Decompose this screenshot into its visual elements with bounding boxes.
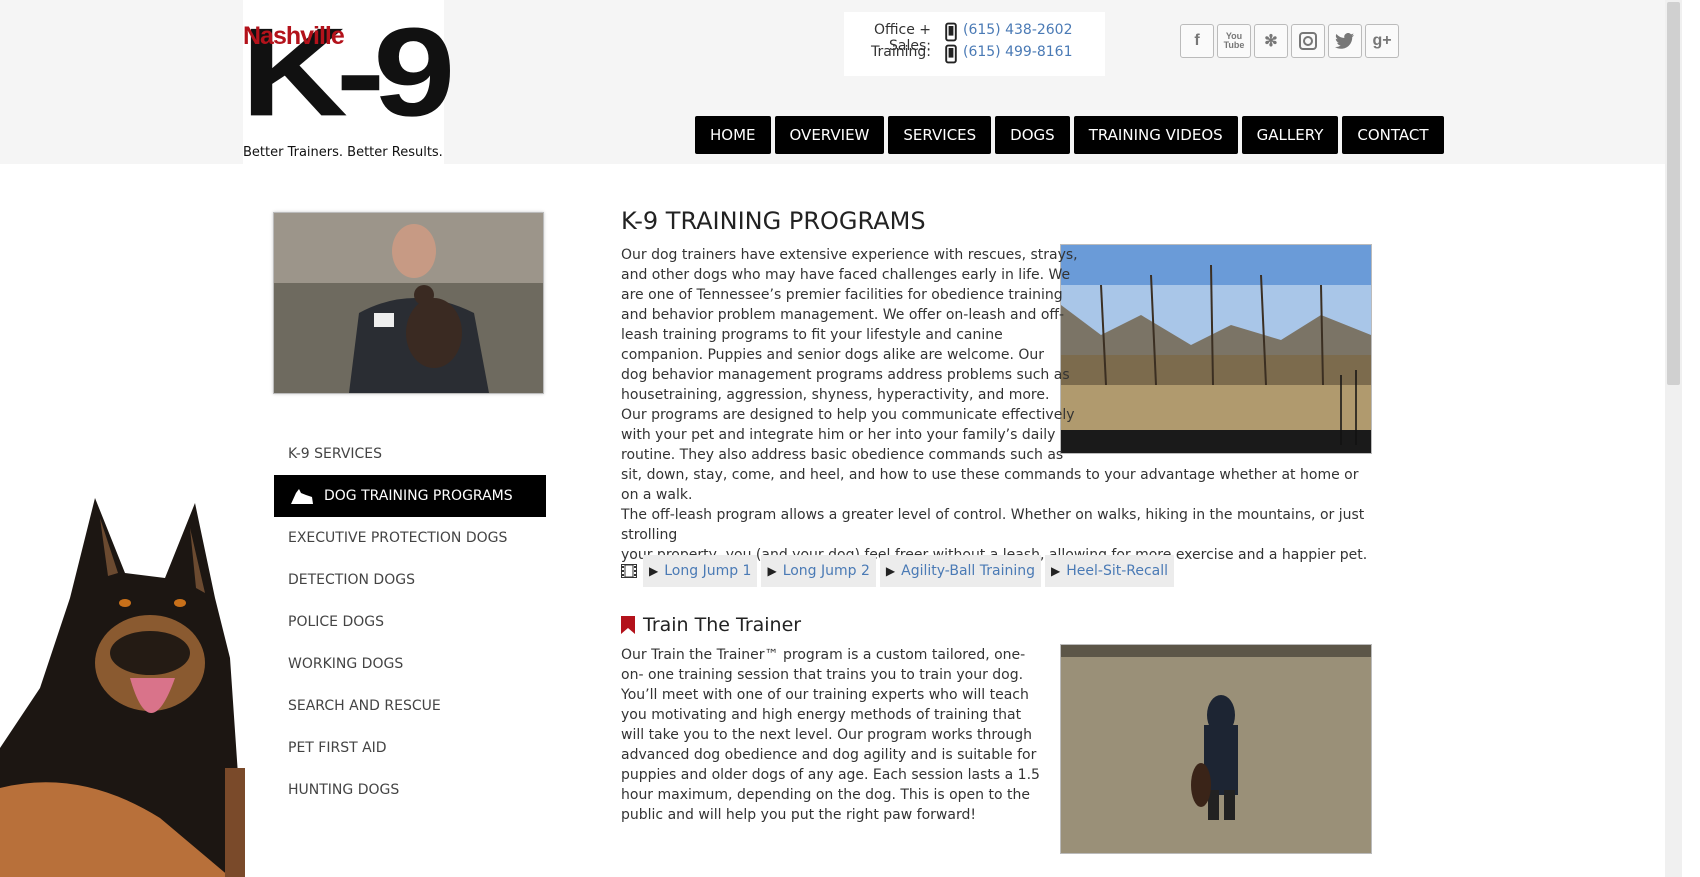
training-label: Training:	[871, 44, 931, 60]
intro-line: companion. Puppies and senior dogs alike…	[621, 347, 1045, 363]
instagram-icon[interactable]	[1291, 24, 1325, 58]
intro-line: and behavior problem management. We offe…	[621, 307, 1065, 323]
german-shepherd-image	[0, 488, 245, 877]
sidebar-item-search-and-rescue[interactable]: SEARCH AND RESCUE	[274, 685, 546, 727]
play-icon: ▶	[885, 564, 896, 578]
intro-line: Our programs are designed to help you co…	[621, 407, 1075, 423]
intro-line: with your pet and integrate him or her i…	[621, 427, 1056, 443]
site-logo[interactable]: K-9 Nashville Better Trainers. Better Re…	[241, 0, 456, 164]
scrollbar-thumb[interactable]	[1667, 2, 1680, 385]
video-link-long-jump-1[interactable]: ▶ Long Jump 1	[643, 555, 758, 587]
sidebar-item-executive-protection-dogs[interactable]: EXECUTIVE PROTECTION DOGS	[274, 517, 546, 559]
intro-line: and other dogs who may have faced challe…	[621, 267, 1071, 283]
office-label: Office + Sales:	[873, 22, 931, 54]
phone-icon	[945, 22, 957, 42]
main-navigation: HOME OVERVIEW SERVICES DOGS TRAINING VID…	[695, 116, 1444, 154]
nav-services[interactable]: SERVICES	[888, 116, 992, 154]
intro-line: The off-leash program allows a greater l…	[621, 507, 1365, 543]
training-phone-link[interactable]: (615) 499-8161	[963, 44, 1073, 64]
vertical-scrollbar[interactable]	[1665, 0, 1682, 877]
video-link-long-jump-2[interactable]: ▶ Long Jump 2	[761, 555, 876, 587]
section-heading-text: Train The Trainer	[643, 614, 802, 636]
trainer-photo	[273, 212, 544, 394]
video-link-label: Long Jump 1	[664, 563, 752, 579]
video-link-label: Heel-Sit-Recall	[1066, 563, 1169, 579]
nav-training-videos[interactable]: TRAINING VIDEOS	[1073, 116, 1238, 154]
office-phone-link[interactable]: (615) 438-2602	[963, 22, 1073, 42]
sidebar-menu: K-9 SERVICES DOG TRAINING PROGRAMS EXECU…	[274, 433, 546, 811]
main-content: K-9 TRAINING PROGRAMS Our dog trainers h…	[621, 207, 1372, 854]
film-icon	[621, 564, 637, 578]
googleplus-icon[interactable]: g+	[1365, 24, 1399, 58]
nav-dogs[interactable]: DOGS	[995, 116, 1070, 154]
intro-line: sit, down, stay, come, and heel, and how…	[621, 467, 1359, 503]
yelp-icon[interactable]: ✻	[1254, 24, 1288, 58]
social-links: f You Tube ✻ g+	[1180, 24, 1399, 58]
training-phone-row: Training: (615) 499-8161	[844, 44, 1105, 64]
video-links: ▶ Long Jump 1 ▶ Long Jump 2 ▶ Agility-Ball …	[621, 555, 1175, 587]
train-the-trainer-heading: Train The Trainer	[621, 614, 801, 636]
dog-icon	[291, 489, 313, 504]
office-phone-row: Office + Sales: (615) 438-2602	[844, 22, 1105, 54]
play-icon: ▶	[1051, 564, 1061, 578]
bookmark-icon	[621, 616, 635, 634]
sidebar-item-police-dogs[interactable]: POLICE DOGS	[274, 601, 546, 643]
nav-gallery[interactable]: GALLERY	[1241, 116, 1339, 154]
video-link-label: Long Jump 2	[782, 563, 870, 579]
facebook-icon[interactable]: f	[1180, 24, 1214, 58]
contact-info: Office + Sales: (615) 438-2602 Training:…	[844, 12, 1105, 76]
logo-tagline: Better Trainers. Better Results.	[243, 145, 443, 160]
intro-line: housetraining, aggression, shyness, hype…	[621, 387, 1050, 403]
sidebar-item-working-dogs[interactable]: WORKING DOGS	[274, 643, 546, 685]
video-link-heel-sit-recall[interactable]: ▶ Heel-Sit-Recall	[1045, 555, 1175, 587]
play-icon: ▶	[767, 564, 777, 578]
intro-paragraph: Our dog trainers have extensive experien…	[621, 245, 1372, 565]
page-title: K-9 TRAINING PROGRAMS	[621, 207, 926, 235]
phone-icon	[945, 44, 957, 64]
sidebar-item-hunting-dogs[interactable]: HUNTING DOGS	[274, 769, 546, 811]
sidebar-item-label: DOG TRAINING PROGRAMS	[324, 488, 513, 504]
sidebar-item-detection-dogs[interactable]: DETECTION DOGS	[274, 559, 546, 601]
trainer-field-photo	[1060, 644, 1372, 854]
intro-line: Our dog trainers have extensive experien…	[621, 247, 1078, 263]
nav-contact[interactable]: CONTACT	[1342, 116, 1444, 154]
youtube-icon[interactable]: You Tube	[1217, 24, 1251, 58]
play-icon: ▶	[649, 564, 659, 578]
intro-line: are one of Tennessee’s premier facilitie…	[621, 287, 1063, 303]
sidebar-item-dog-training-programs[interactable]: DOG TRAINING PROGRAMS	[274, 475, 546, 517]
video-link-agility-ball-training[interactable]: ▶ Agility-Ball Training	[879, 555, 1042, 587]
nav-home[interactable]: HOME	[695, 116, 771, 154]
nav-overview[interactable]: OVERVIEW	[774, 116, 885, 154]
trainer-line: you put the right paw forward!	[760, 807, 976, 823]
logo-city: Nashville	[243, 22, 345, 50]
intro-line: routine. They also address basic obedien…	[621, 447, 1064, 463]
video-link-label: Agility-Ball Training	[901, 563, 1036, 579]
intro-line: dog behavior management programs address…	[621, 367, 1070, 383]
sidebar-item-pet-first-aid[interactable]: PET FIRST AID	[274, 727, 546, 769]
sidebar-item-k9-services[interactable]: K-9 SERVICES	[274, 433, 546, 475]
twitter-icon[interactable]	[1328, 24, 1362, 58]
intro-line: leash training programs to fit your life…	[621, 327, 1003, 343]
train-the-trainer-paragraph: Our Train the Trainer™ program is a cust…	[621, 645, 1041, 825]
window-edge	[1682, 0, 1700, 877]
